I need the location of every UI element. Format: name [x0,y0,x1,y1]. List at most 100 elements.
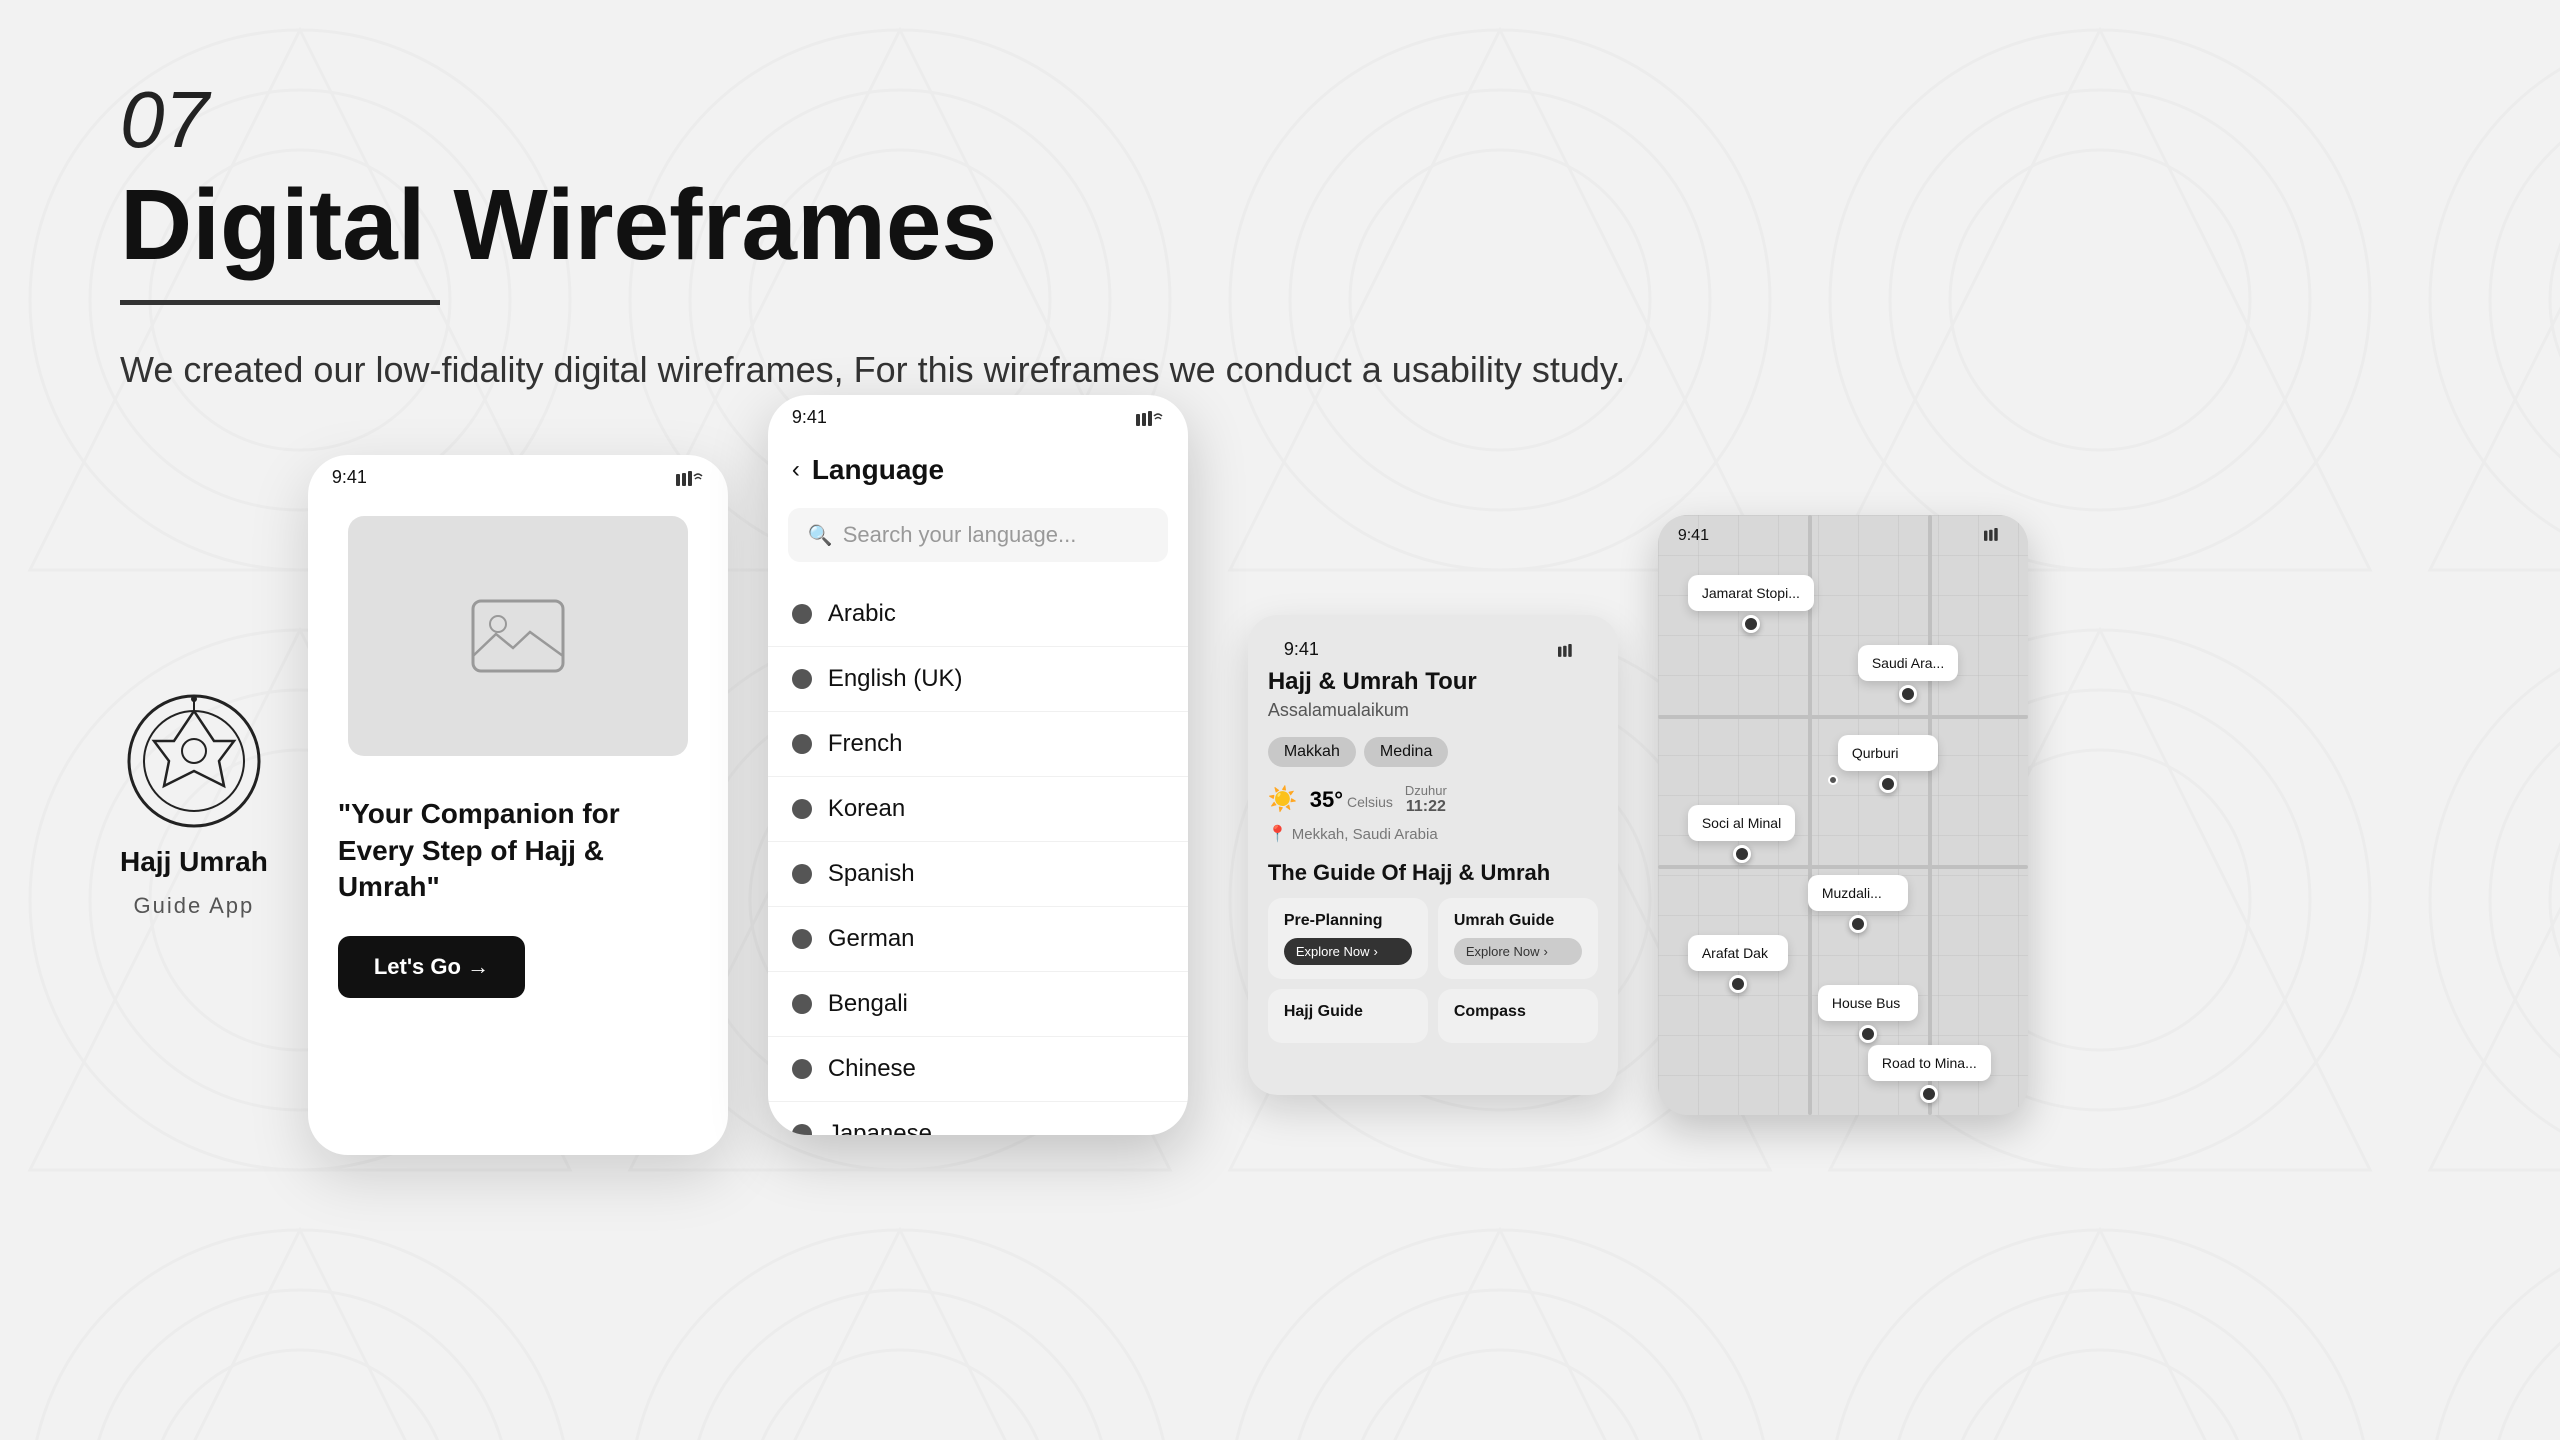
lang-german: German [828,925,915,953]
tag-makkah: Makkah [1268,737,1356,767]
guide-card-compass[interactable]: Compass [1438,989,1598,1043]
prayer-times: Dzuhur 11:22 [1405,783,1447,816]
lang-bengali: Bengali [828,990,908,1018]
guide-card-preplanning[interactable]: Pre-Planning Explore Now › [1268,898,1428,979]
phone2-screen[interactable]: 9:41 ‹ Language 🔍 Search your language..… [768,395,1188,1135]
weather-icon: ☀️ [1268,785,1298,814]
explore-preplanning-button[interactable]: Explore Now › [1284,938,1412,965]
map-card-4: Soci al Minal [1688,805,1795,841]
lang-item-korean[interactable]: Korean [768,777,1188,842]
logo-section: Hajj Umrah Guide App [120,691,268,919]
lang-item-bengali[interactable]: Bengali [768,972,1188,1037]
phone1-screen[interactable]: 9:41 "Your Companion for Every Step of H… [308,455,728,1155]
lang-english: English (UK) [828,665,963,693]
map-dot-8 [1920,1085,1938,1103]
lang-item-japanese[interactable]: Japanese [768,1102,1188,1135]
phone3-status-icons [1558,643,1582,657]
explore-umrah-button[interactable]: Explore Now › [1454,938,1582,965]
lets-go-button[interactable]: Let's Go → [338,936,525,998]
phone1-hero-image [348,516,688,756]
guide-cards-row2: Hajj Guide Compass [1268,989,1598,1043]
lang-item-english[interactable]: English (UK) [768,647,1188,712]
phone3-inner: 9:41 Hajj & Umrah Tour Assalamualaikum M… [1248,615,1618,1059]
map-container: 9:41 Jamarat Stopi... Saudi Ara... Qurbu… [1658,515,2028,1115]
map-dot-6 [1729,975,1747,993]
title-underline [120,300,440,305]
guide-section-title: The Guide Of Hajj & Umrah [1268,860,1598,886]
phone4-screen[interactable]: 9:41 Jamarat Stopi... Saudi Ara... Qurbu… [1658,515,2028,1115]
phone1-wrapper: Hajj Umrah Guide App 9:41 [120,455,728,1155]
lang-item-german[interactable]: German [768,907,1188,972]
logo-title: Hajj Umrah [120,846,268,878]
map-dot-3 [1879,775,1897,793]
lets-go-label: Let's Go → [374,954,489,980]
hajj-greeting: Assalamualaikum [1268,700,1598,721]
map-dot-2 [1899,685,1917,703]
phone1-time: 9:41 [332,467,367,488]
language-search-bar[interactable]: 🔍 Search your language... [788,508,1168,562]
map-pin-3: Qurburi [1838,735,1938,793]
map-card-8: Road to Mina... [1868,1045,1991,1081]
map-card-3: Qurburi [1838,735,1938,771]
phone1-status-bar: 9:41 [308,455,728,496]
phone2-time: 9:41 [792,407,827,428]
map-pin-6: Arafat Dak [1688,935,1788,993]
guide-card-hajj[interactable]: Hajj Guide [1268,989,1428,1043]
umrah-guide-title: Umrah Guide [1454,912,1582,930]
explore-umrah-label: Explore Now [1466,944,1540,959]
map-dot-1 [1742,615,1760,633]
phone3-time: 9:41 [1284,639,1319,660]
temperature: 35° [1310,787,1343,813]
location-text: Mekkah, Saudi Arabia [1292,826,1438,843]
explore-preplanning-label: Explore Now [1296,944,1370,959]
phone2-status-bar: 9:41 [768,395,1188,436]
lang-japanese: Japanese [828,1120,932,1135]
map-pin-7: House Bus [1818,985,1918,1043]
compass-title: Compass [1454,1003,1582,1021]
map-dot-4 [1733,845,1751,863]
phone3-screen[interactable]: 9:41 Hajj & Umrah Tour Assalamualaikum M… [1248,615,1618,1095]
map-card-1: Jamarat Stopi... [1688,575,1814,611]
map-pin-2: Saudi Ara... [1858,645,1958,703]
lang-item-spanish[interactable]: Spanish [768,842,1188,907]
map-card-2: Saudi Ara... [1858,645,1958,681]
location-pin-icon: 📍 [1268,824,1288,844]
weather-row: ☀️ 35° Celsius Dzuhur 11:22 [1268,783,1598,816]
phone4-status-icons [1984,527,2008,546]
lang-item-chinese[interactable]: Chinese [768,1037,1188,1102]
guide-card-umrah[interactable]: Umrah Guide Explore Now › [1438,898,1598,979]
map-road-h2 [1658,865,2028,869]
map-road-v2 [1928,515,1932,1115]
map-card-6: Arafat Dak [1688,935,1788,971]
language-title: Language [812,454,944,486]
phones-container: Hajj Umrah Guide App 9:41 [120,455,2440,1155]
dzuhur-time: 11:22 [1405,798,1447,816]
lang-dot-english [792,669,812,689]
main-content: 07 Digital Wireframes We created our low… [0,0,2560,1235]
phone4-time: 9:41 [1678,527,1709,546]
phone2-inner: 9:41 ‹ Language 🔍 Search your language..… [768,395,1188,1135]
lang-arabic: Arabic [828,600,896,628]
dzuhur-label: Dzuhur [1405,783,1447,798]
phone3-status-bar: 9:41 [1268,631,1598,668]
logo-subtitle: Guide App [134,893,255,919]
lang-item-french[interactable]: French [768,712,1188,777]
lang-dot-korean [792,799,812,819]
language-list: Arabic English (UK) French Korean [768,572,1188,1135]
guide-section: The Guide Of Hajj & Umrah Pre-Planning E… [1268,860,1598,1043]
lang-item-arabic[interactable]: Arabic [768,582,1188,647]
lang-dot-arabic [792,604,812,624]
map-dot-5 [1849,915,1867,933]
back-button[interactable]: ‹ [792,456,800,484]
lang-dot-chinese [792,1059,812,1079]
language-header: ‹ Language [768,436,1188,498]
explore-arrow-icon: › [1374,944,1378,959]
welcome-text: "Your Companion for Every Step of Hajj &… [338,796,698,905]
lang-dot-french [792,734,812,754]
lang-dot-bengali [792,994,812,1014]
temp-unit: Celsius [1347,794,1393,810]
lang-korean: Korean [828,795,905,823]
explore-arrow2-icon: › [1544,944,1548,959]
map-road-h1 [1658,715,2028,719]
hajj-guide-title: Hajj Guide [1284,1003,1412,1021]
